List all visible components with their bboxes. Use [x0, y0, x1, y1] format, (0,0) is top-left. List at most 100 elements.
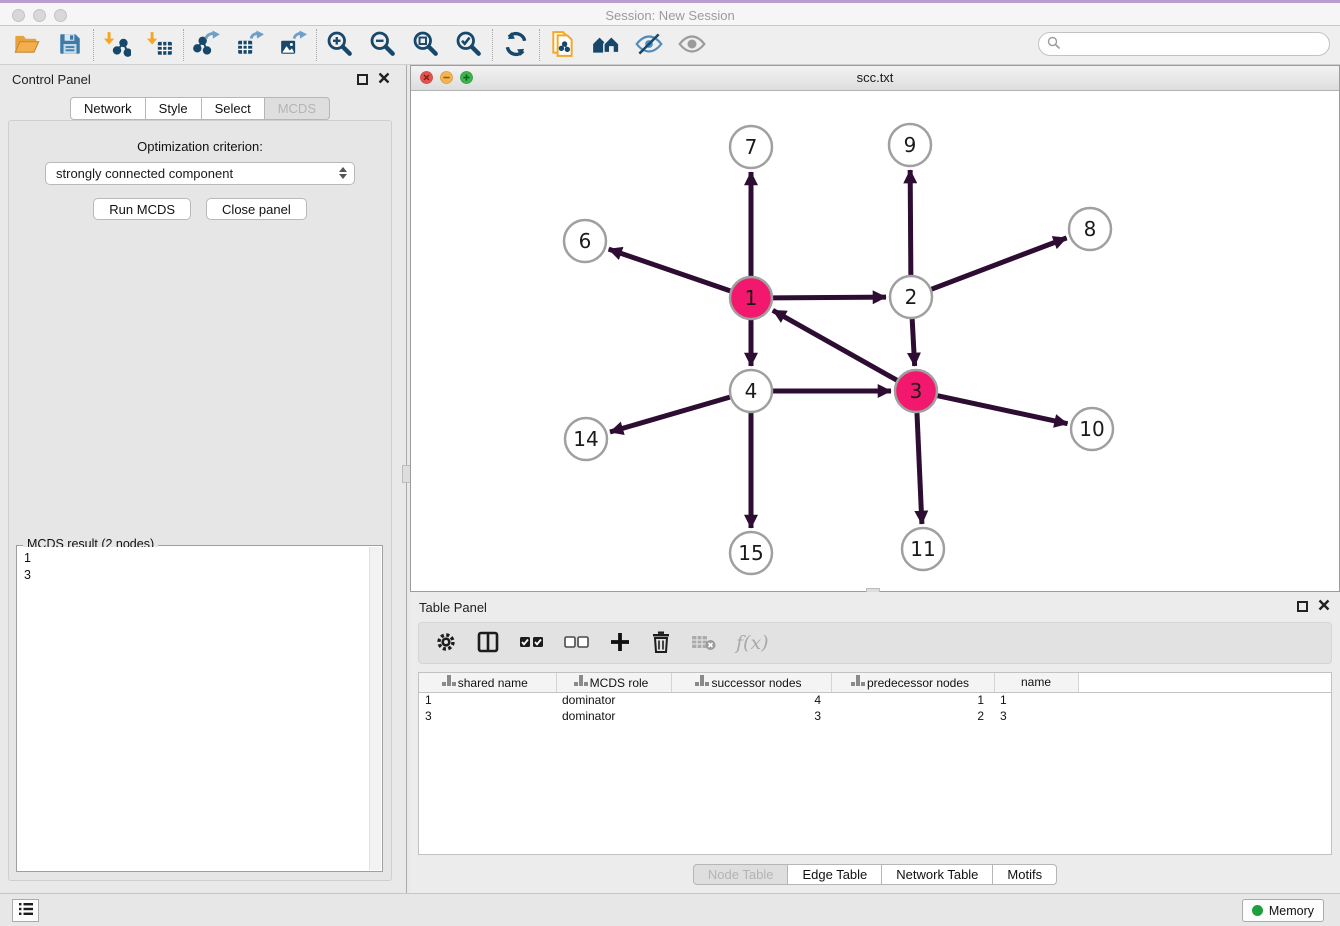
- graph-node-1[interactable]: 1: [730, 277, 772, 319]
- close-panel-button[interactable]: Close panel: [206, 198, 307, 220]
- show-view-button[interactable]: [675, 29, 709, 61]
- tab-node-table[interactable]: Node Table: [693, 864, 789, 885]
- table-row[interactable]: 1dominator411: [419, 692, 1331, 708]
- graph-edge-1-6[interactable]: [609, 249, 731, 291]
- graph-edge-2-9[interactable]: [910, 170, 911, 275]
- mcds-result-text[interactable]: 1 3: [24, 550, 365, 584]
- graph-node-3[interactable]: 3: [895, 370, 937, 412]
- graph-edge-2-3[interactable]: [912, 319, 915, 366]
- mcds-result-box: MCDS result (2 nodes) 1 3: [16, 545, 383, 872]
- svg-text:11: 11: [910, 537, 935, 561]
- zoom-in-icon: [326, 30, 354, 61]
- graph-node-4[interactable]: 4: [730, 370, 772, 412]
- network-window-titlebar[interactable]: scc.txt: [411, 66, 1339, 91]
- manage-networks-button[interactable]: [589, 29, 623, 61]
- export-image-icon: [279, 30, 307, 61]
- mcds-panel: Optimization criterion: strongly connect…: [8, 120, 392, 881]
- delete-column-button[interactable]: [650, 630, 672, 657]
- delete-table-button[interactable]: [691, 632, 717, 655]
- tab-style[interactable]: Style: [146, 97, 202, 120]
- search-field[interactable]: [1038, 32, 1330, 56]
- column-header-shared-name[interactable]: shared name: [419, 673, 556, 692]
- tab-motifs[interactable]: Motifs: [993, 864, 1057, 885]
- float-panel-icon[interactable]: [357, 74, 368, 85]
- zoom-selected-button[interactable]: [452, 29, 486, 61]
- import-network-button[interactable]: [100, 29, 134, 61]
- graph-node-2[interactable]: 2: [890, 276, 932, 318]
- close-panel-icon[interactable]: [378, 72, 390, 87]
- column-header-predecessor-nodes[interactable]: predecessor nodes: [831, 673, 994, 692]
- column-header-successor-nodes[interactable]: successor nodes: [671, 673, 831, 692]
- graph-edge-1-2[interactable]: [773, 297, 886, 298]
- plus-icon: [609, 631, 631, 656]
- save-session-button[interactable]: [53, 29, 87, 61]
- graph-node-11[interactable]: 11: [902, 528, 944, 570]
- svg-text:4: 4: [745, 379, 758, 403]
- graph-node-14[interactable]: 14: [565, 418, 607, 460]
- toolbar-separator: [539, 29, 540, 61]
- tab-network[interactable]: Network: [70, 97, 146, 120]
- tab-mcds[interactable]: MCDS: [265, 97, 330, 120]
- graph-edge-2-8[interactable]: [932, 238, 1067, 289]
- apply-layout-button[interactable]: [499, 29, 533, 61]
- column-header-mcds-role[interactable]: MCDS role: [556, 673, 671, 692]
- hide-annotations-button[interactable]: [632, 29, 666, 61]
- clone-network-icon: [549, 30, 577, 61]
- toolbar-separator: [492, 29, 493, 61]
- panel-splitter[interactable]: [400, 65, 410, 893]
- graph-edge-3-11[interactable]: [917, 413, 922, 524]
- clone-network-button[interactable]: [546, 29, 580, 61]
- search-input[interactable]: [1061, 37, 1329, 51]
- tab-network-table[interactable]: Network Table: [882, 864, 993, 885]
- task-history-button[interactable]: [12, 899, 39, 922]
- graph-node-9[interactable]: 9: [889, 124, 931, 166]
- float-table-panel-icon[interactable]: [1297, 601, 1308, 612]
- result-scrollbar[interactable]: [369, 547, 381, 870]
- import-table-button[interactable]: [143, 29, 177, 61]
- shared-column-icon: [447, 675, 451, 679]
- graph-edge-3-1[interactable]: [773, 310, 897, 380]
- toolbar-separator: [316, 29, 317, 61]
- graph-node-10[interactable]: 10: [1071, 408, 1113, 450]
- shared-column-icon: [700, 675, 704, 679]
- network-graph: 7 9 6 8 1 2 4 3 14 10 15 11: [411, 91, 1339, 591]
- export-table-button[interactable]: [233, 29, 267, 61]
- graph-edge-3-10[interactable]: [938, 396, 1068, 424]
- open-session-button[interactable]: [10, 29, 44, 61]
- export-image-button[interactable]: [276, 29, 310, 61]
- open-folder-icon: [13, 31, 41, 60]
- close-table-panel-icon[interactable]: [1318, 599, 1330, 614]
- svg-text:3: 3: [910, 379, 923, 403]
- graph-node-15[interactable]: 15: [730, 532, 772, 574]
- zoom-fit-button[interactable]: [409, 29, 443, 61]
- graph-node-8[interactable]: 8: [1069, 208, 1111, 250]
- graph-node-7[interactable]: 7: [730, 126, 772, 168]
- deselect-all-columns-button[interactable]: [564, 634, 590, 653]
- svg-text:2: 2: [905, 285, 918, 309]
- memory-button[interactable]: Memory: [1242, 899, 1324, 922]
- zoom-out-button[interactable]: [366, 29, 400, 61]
- column-header-name[interactable]: name: [994, 673, 1078, 692]
- select-all-columns-button[interactable]: [519, 634, 545, 653]
- function-builder-button[interactable]: f(x): [736, 632, 769, 654]
- split-table-view-button[interactable]: [476, 630, 500, 657]
- app-title: Session: New Session: [0, 8, 1340, 23]
- graph-node-6[interactable]: 6: [564, 220, 606, 262]
- tab-edge-table[interactable]: Edge Table: [788, 864, 882, 885]
- network-canvas[interactable]: 7 9 6 8 1 2 4 3 14 10 15 11: [411, 91, 1339, 591]
- run-mcds-button[interactable]: Run MCDS: [93, 198, 191, 220]
- graph-edge-4-14[interactable]: [610, 397, 730, 432]
- table-settings-button[interactable]: [435, 631, 457, 656]
- table-panel: Table Panel f(x) shared nameMCDS rolesuc…: [410, 592, 1340, 893]
- create-column-button[interactable]: [609, 631, 631, 656]
- refresh-icon: [502, 30, 530, 61]
- export-table-icon: [236, 30, 264, 61]
- optimization-criterion-select[interactable]: strongly connected component: [45, 162, 355, 185]
- zoom-out-icon: [369, 30, 397, 61]
- export-network-button[interactable]: [190, 29, 224, 61]
- zoom-in-button[interactable]: [323, 29, 357, 61]
- svg-text:8: 8: [1084, 217, 1097, 241]
- table-row[interactable]: 3dominator323: [419, 708, 1331, 724]
- tab-select[interactable]: Select: [202, 97, 265, 120]
- node-table-body: 1dominator4113dominator323: [419, 692, 1331, 724]
